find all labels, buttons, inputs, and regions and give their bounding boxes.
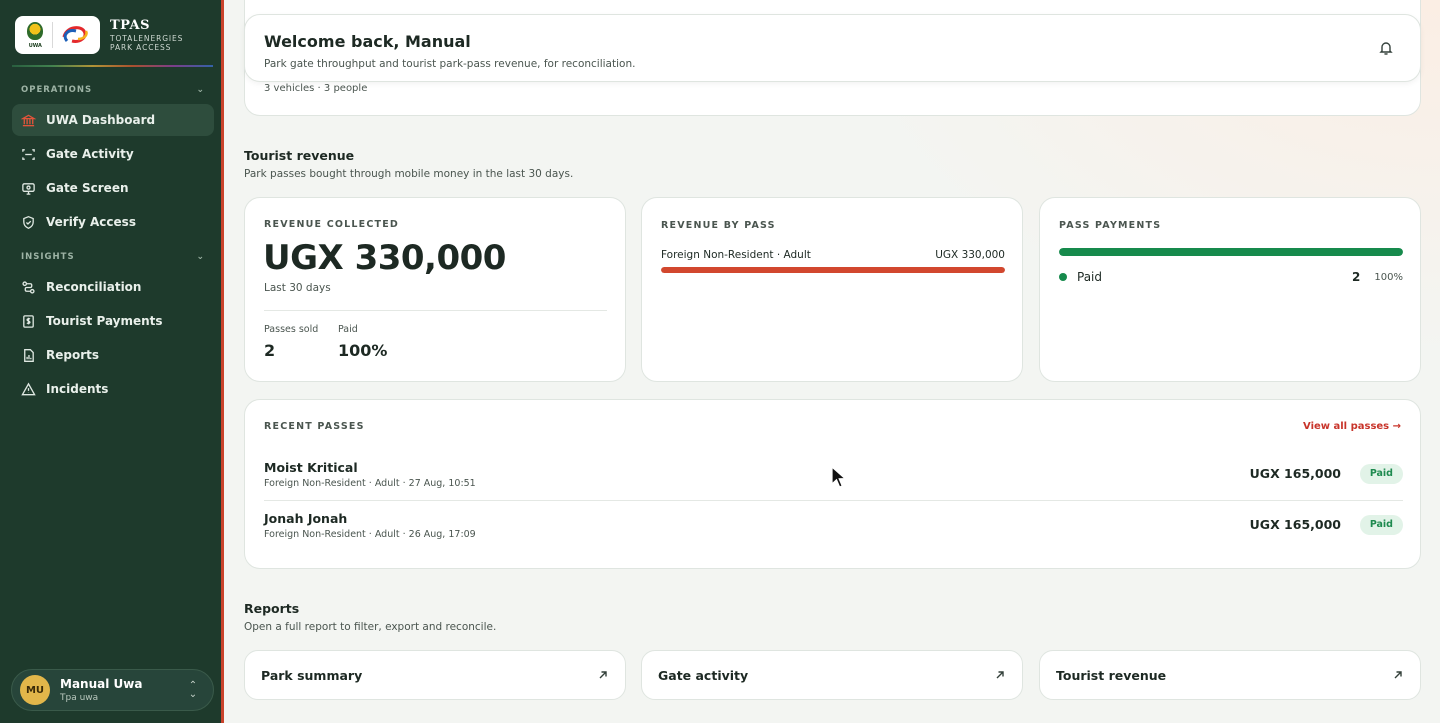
section-title-reports: Reports bbox=[244, 601, 300, 616]
report-card-tourist-revenue[interactable]: Tourist revenue bbox=[1039, 650, 1421, 700]
brand[interactable]: UWA TPAS TOTALENERGIES PARK ACCESS bbox=[15, 15, 215, 55]
table-row[interactable]: Jonah Jonah Foreign Non-Resident · Adult… bbox=[264, 511, 1403, 551]
sidebar-item-reconciliation[interactable]: Reconciliation bbox=[12, 271, 214, 303]
paid-stat: Paid 100% bbox=[338, 324, 388, 360]
brand-subtitle-line2: PARK ACCESS bbox=[110, 43, 172, 52]
report-card-park-summary[interactable]: Park summary bbox=[244, 650, 626, 700]
sidebar-item-verify-access[interactable]: Verify Access bbox=[12, 206, 214, 238]
revenue-by-pass-row: Foreign Non-Resident · Adult UGX 330,000 bbox=[661, 249, 1005, 261]
brand-divider bbox=[12, 65, 213, 67]
revenue-collected-card: REVENUE COLLECTED UGX 330,000 Last 30 da… bbox=[244, 197, 626, 382]
welcome-banner: Welcome back, Manual Park gate throughpu… bbox=[244, 14, 1421, 82]
monitor-icon bbox=[22, 182, 35, 195]
chevron-up-down-icon: ⌃ ⌄ bbox=[188, 680, 198, 700]
passes-sold-stat: Passes sold 2 bbox=[264, 324, 319, 360]
arrow-up-right-icon bbox=[996, 671, 1004, 679]
pass-payments-bar bbox=[1059, 248, 1403, 256]
receipt-icon bbox=[23, 314, 34, 328]
sidebar-item-reports[interactable]: Reports bbox=[12, 339, 214, 371]
vehicles-summary: 3 vehicles · 3 people bbox=[264, 83, 368, 94]
revenue-by-pass-card: REVENUE BY PASS Foreign Non-Resident · A… bbox=[641, 197, 1023, 382]
totalenergies-logo-icon bbox=[62, 26, 88, 43]
pass-payments-card: PASS PAYMENTS Paid 2 100% bbox=[1039, 197, 1421, 382]
sidebar-item-incidents[interactable]: Incidents bbox=[12, 373, 214, 405]
revenue-amount: UGX 330,000 bbox=[263, 238, 506, 278]
sidebar: UWA TPAS TOTALENERGIES PARK ACCESS OPERA… bbox=[0, 0, 224, 723]
paid-status-dot bbox=[1059, 273, 1067, 281]
sidebar-item-uwa-dashboard[interactable]: UWA Dashboard bbox=[12, 104, 214, 136]
shield-check-icon bbox=[23, 215, 34, 229]
arrow-up-right-icon bbox=[1394, 671, 1402, 679]
report-card-gate-activity[interactable]: Gate activity bbox=[641, 650, 1023, 700]
view-all-passes-link[interactable]: View all passes → bbox=[1303, 421, 1401, 432]
arrow-up-right-icon bbox=[599, 671, 607, 679]
page-subtitle: Park gate throughput and tourist park-pa… bbox=[264, 58, 636, 70]
sidebar-item-tourist-payments[interactable]: Tourist Payments bbox=[12, 305, 214, 337]
bank-icon bbox=[21, 114, 36, 126]
pass-payments-legend: Paid 2 100% bbox=[1059, 270, 1403, 284]
sidebar-item-gate-screen[interactable]: Gate Screen bbox=[12, 172, 214, 204]
route-icon bbox=[22, 280, 35, 294]
user-menu[interactable]: MU Manual Uwa Tpa uwa ⌃ ⌄ bbox=[11, 669, 214, 711]
file-chart-icon bbox=[24, 348, 34, 362]
revenue-by-pass-bar bbox=[661, 267, 1005, 273]
section-subtitle-reports: Open a full report to filter, export and… bbox=[244, 621, 497, 633]
page-title: Welcome back, Manual bbox=[264, 32, 471, 51]
main-content: 3 vehicles · 3 people Welcome back, Manu… bbox=[227, 0, 1440, 723]
user-role: Tpa uwa bbox=[60, 693, 99, 703]
brand-logos: UWA bbox=[15, 16, 100, 54]
sidebar-item-gate-activity[interactable]: Gate Activity bbox=[12, 138, 214, 170]
mouse-cursor-icon bbox=[831, 466, 847, 488]
status-badge: Paid bbox=[1359, 515, 1403, 535]
avatar: MU bbox=[20, 675, 50, 705]
revenue-period: Last 30 days bbox=[264, 282, 331, 294]
user-name: Manual Uwa bbox=[60, 677, 143, 691]
section-title-tourist-revenue: Tourist revenue bbox=[244, 148, 355, 163]
chevron-down-icon: ⌄ bbox=[196, 252, 205, 262]
warning-icon bbox=[21, 382, 36, 395]
status-badge: Paid bbox=[1359, 464, 1403, 484]
chevron-down-icon: ⌄ bbox=[196, 85, 205, 95]
nav-section-insights[interactable]: INSIGHTS ⌄ bbox=[21, 252, 205, 262]
scan-icon bbox=[22, 148, 35, 160]
brand-title: TPAS bbox=[110, 17, 150, 33]
nav-section-operations[interactable]: OPERATIONS ⌄ bbox=[21, 85, 205, 95]
section-subtitle-tourist-revenue: Park passes bought through mobile money … bbox=[244, 168, 574, 180]
brand-subtitle-line1: TOTALENERGIES bbox=[110, 33, 184, 43]
uwa-logo-icon: UWA bbox=[23, 21, 47, 49]
bell-icon[interactable] bbox=[1378, 40, 1394, 56]
